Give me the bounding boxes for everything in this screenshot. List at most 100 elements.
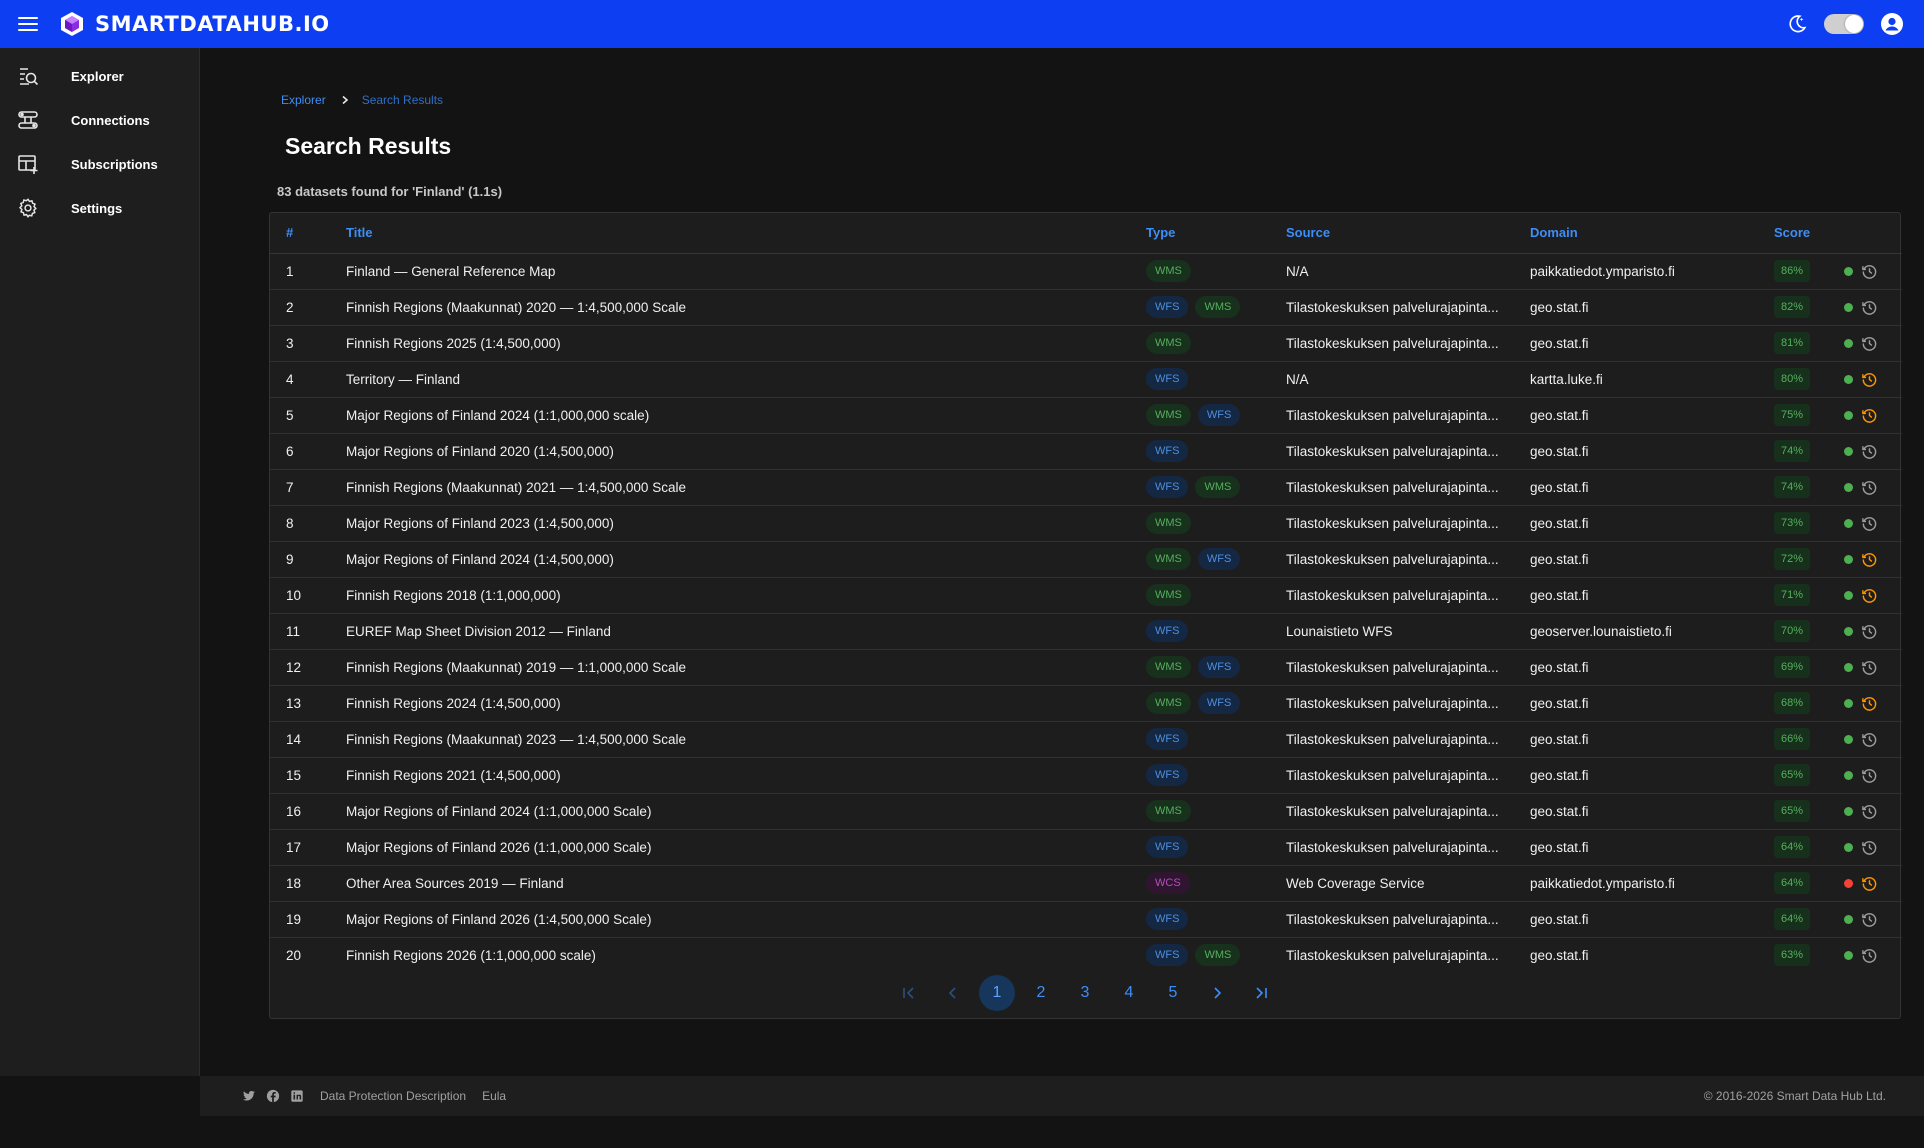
table-row[interactable]: 13 Finnish Regions 2024 (1:4,500,000) WMS W…	[270, 685, 1902, 722]
table-row[interactable]: 14 Finnish Regions (Maakunnat) 2023 — 1:4…	[270, 721, 1902, 758]
data-protection-link[interactable]: Data Protection Description	[320, 1089, 466, 1103]
dataset-title[interactable]: Finnish Regions (Maakunnat) 2019 — 1:1,0…	[346, 649, 1146, 686]
table-row[interactable]: 2 Finnish Regions (Maakunnat) 2020 — 1:4,…	[270, 289, 1902, 326]
history-icon[interactable]	[1861, 587, 1878, 604]
dark-mode-moon-icon[interactable]	[1786, 13, 1808, 35]
dataset-title[interactable]: Major Regions of Finland 2024 (1:1,000,0…	[346, 793, 1146, 830]
menu-icon[interactable]	[18, 17, 38, 31]
status-indicator-dot	[1844, 410, 1853, 420]
table-row[interactable]: 9 Major Regions of Finland 2024 (1:4,500,…	[270, 541, 1902, 578]
table-row[interactable]: 4 Territory — Finland WFS N/A kartta.luke.fi…	[270, 361, 1902, 398]
sidebar-item-settings[interactable]: Settings	[0, 186, 199, 230]
column-header-domain[interactable]: Domain	[1530, 213, 1774, 254]
table-row[interactable]: 10 Finnish Regions 2018 (1:1,000,000) WMS T…	[270, 577, 1902, 614]
table-row[interactable]: 19 Major Regions of Finland 2026 (1:4,500…	[270, 901, 1902, 938]
table-row[interactable]: 8 Major Regions of Finland 2023 (1:4,500,…	[270, 505, 1902, 542]
table-row[interactable]: 12 Finnish Regions (Maakunnat) 2019 — 1:1…	[270, 649, 1902, 686]
table-row[interactable]: 3 Finnish Regions 2025 (1:4,500,000) WMS Ti…	[270, 325, 1902, 362]
page-button-1[interactable]: 1	[979, 975, 1015, 1011]
column-header-source[interactable]: Source	[1286, 213, 1530, 254]
history-icon[interactable]	[1861, 623, 1878, 640]
dataset-title[interactable]: Major Regions of Finland 2024 (1:4,500,0…	[346, 541, 1146, 578]
breadcrumb-explorer-link[interactable]: Explorer	[281, 93, 326, 107]
facebook-icon[interactable]	[266, 1089, 280, 1103]
twitter-icon[interactable]	[242, 1089, 256, 1103]
history-icon[interactable]	[1861, 371, 1878, 388]
dataset-title[interactable]: Finnish Regions 2025 (1:4,500,000)	[346, 325, 1146, 362]
next-page-button[interactable]	[1199, 975, 1235, 1011]
user-account-icon[interactable]	[1880, 12, 1904, 36]
page-button-2[interactable]: 2	[1023, 975, 1059, 1011]
history-icon[interactable]	[1861, 839, 1878, 856]
dataset-title[interactable]: Finnish Regions 2018 (1:1,000,000)	[346, 577, 1146, 614]
history-icon[interactable]	[1861, 767, 1878, 784]
page-button-3[interactable]: 3	[1067, 975, 1103, 1011]
dataset-title[interactable]: EUREF Map Sheet Division 2012 — Finland	[346, 613, 1146, 650]
history-icon[interactable]	[1861, 335, 1878, 352]
history-icon[interactable]	[1861, 479, 1878, 496]
table-row[interactable]: 17 Major Regions of Finland 2026 (1:1,000…	[270, 829, 1902, 866]
dataset-title[interactable]: Territory — Finland	[346, 361, 1146, 398]
history-icon[interactable]	[1861, 803, 1878, 820]
table-row[interactable]: 6 Major Regions of Finland 2020 (1:4,500,…	[270, 433, 1902, 470]
dataset-title[interactable]: Finnish Regions (Maakunnat) 2023 — 1:4,5…	[346, 721, 1146, 758]
table-row[interactable]: 5 Major Regions of Finland 2024 (1:1,000,…	[270, 397, 1902, 434]
page-button-5[interactable]: 5	[1155, 975, 1191, 1011]
previous-page-button[interactable]	[935, 975, 971, 1011]
history-icon[interactable]	[1861, 299, 1878, 316]
table-row[interactable]: 20 Finnish Regions 2026 (1:1,000,000 scal…	[270, 937, 1902, 973]
history-icon[interactable]	[1861, 515, 1878, 532]
table-row[interactable]: 7 Finnish Regions (Maakunnat) 2021 — 1:4,…	[270, 469, 1902, 506]
brand[interactable]: SMARTDATAHUB.IO	[58, 10, 330, 38]
page-button-4[interactable]: 4	[1111, 975, 1147, 1011]
sidebar-item-subscriptions[interactable]: Subscriptions	[0, 142, 199, 186]
dataset-title[interactable]: Major Regions of Finland 2024 (1:1,000,0…	[346, 397, 1146, 434]
first-page-button[interactable]	[891, 975, 927, 1011]
history-icon[interactable]	[1861, 911, 1878, 928]
table-row[interactable]: 15 Finnish Regions 2021 (1:4,500,000) WFS T…	[270, 757, 1902, 794]
theme-toggle[interactable]	[1824, 14, 1864, 34]
table-row[interactable]: 16 Major Regions of Finland 2024 (1:1,000…	[270, 793, 1902, 830]
dataset-source: Tilastokeskuksen palvelurajapinta...	[1286, 577, 1530, 614]
sidebar-item-connections[interactable]: Connections	[0, 98, 199, 142]
history-icon[interactable]	[1861, 443, 1878, 460]
row-number: 18	[270, 865, 346, 902]
dataset-title[interactable]: Other Area Sources 2019 — Finland	[346, 865, 1146, 902]
table-row[interactable]: 18 Other Area Sources 2019 — Finland WCS We…	[270, 865, 1902, 902]
history-icon[interactable]	[1861, 407, 1878, 424]
eula-link[interactable]: Eula	[482, 1089, 506, 1103]
sidebar-item-explorer[interactable]: Explorer	[0, 54, 199, 98]
column-header-title[interactable]: Title	[346, 213, 1146, 254]
type-badge-wms: WMS	[1195, 476, 1241, 498]
dataset-title[interactable]: Finnish Regions 2026 (1:1,000,000 scale)	[346, 937, 1146, 973]
dataset-title[interactable]: Major Regions of Finland 2020 (1:4,500,0…	[346, 433, 1146, 470]
score-badge: 74%	[1774, 440, 1811, 462]
history-icon[interactable]	[1861, 659, 1878, 676]
type-badge-wfs: WFS	[1146, 836, 1189, 858]
column-header-type[interactable]: Type	[1146, 213, 1286, 254]
history-icon[interactable]	[1861, 731, 1878, 748]
dataset-title[interactable]: Finland — General Reference Map	[346, 253, 1146, 290]
dataset-score-cell: 72%	[1774, 541, 1844, 578]
column-header-number[interactable]: #	[270, 213, 346, 254]
table-row[interactable]: 1 Finland — General Reference Map WMS N/A pa…	[270, 253, 1902, 290]
history-icon[interactable]	[1861, 875, 1878, 892]
dataset-title[interactable]: Finnish Regions 2021 (1:4,500,000)	[346, 757, 1146, 794]
history-icon[interactable]	[1861, 263, 1878, 280]
dataset-title[interactable]: Major Regions of Finland 2023 (1:4,500,0…	[346, 505, 1146, 542]
last-page-button[interactable]	[1243, 975, 1279, 1011]
dataset-title[interactable]: Finnish Regions (Maakunnat) 2021 — 1:4,5…	[346, 469, 1146, 506]
dataset-title[interactable]: Major Regions of Finland 2026 (1:1,000,0…	[346, 829, 1146, 866]
row-number: 13	[270, 685, 346, 722]
dataset-title[interactable]: Finnish Regions 2024 (1:4,500,000)	[346, 685, 1146, 722]
history-icon[interactable]	[1861, 695, 1878, 712]
column-header-score[interactable]: Score	[1774, 213, 1844, 254]
table-row[interactable]: 11 EUREF Map Sheet Division 2012 — Finlan…	[270, 613, 1902, 650]
row-actions	[1844, 829, 1902, 866]
linkedin-icon[interactable]	[290, 1089, 304, 1103]
dataset-title[interactable]: Major Regions of Finland 2026 (1:4,500,0…	[346, 901, 1146, 938]
history-icon[interactable]	[1861, 551, 1878, 568]
history-icon[interactable]	[1861, 947, 1878, 964]
score-badge: 70%	[1774, 620, 1811, 642]
dataset-title[interactable]: Finnish Regions (Maakunnat) 2020 — 1:4,5…	[346, 289, 1146, 326]
